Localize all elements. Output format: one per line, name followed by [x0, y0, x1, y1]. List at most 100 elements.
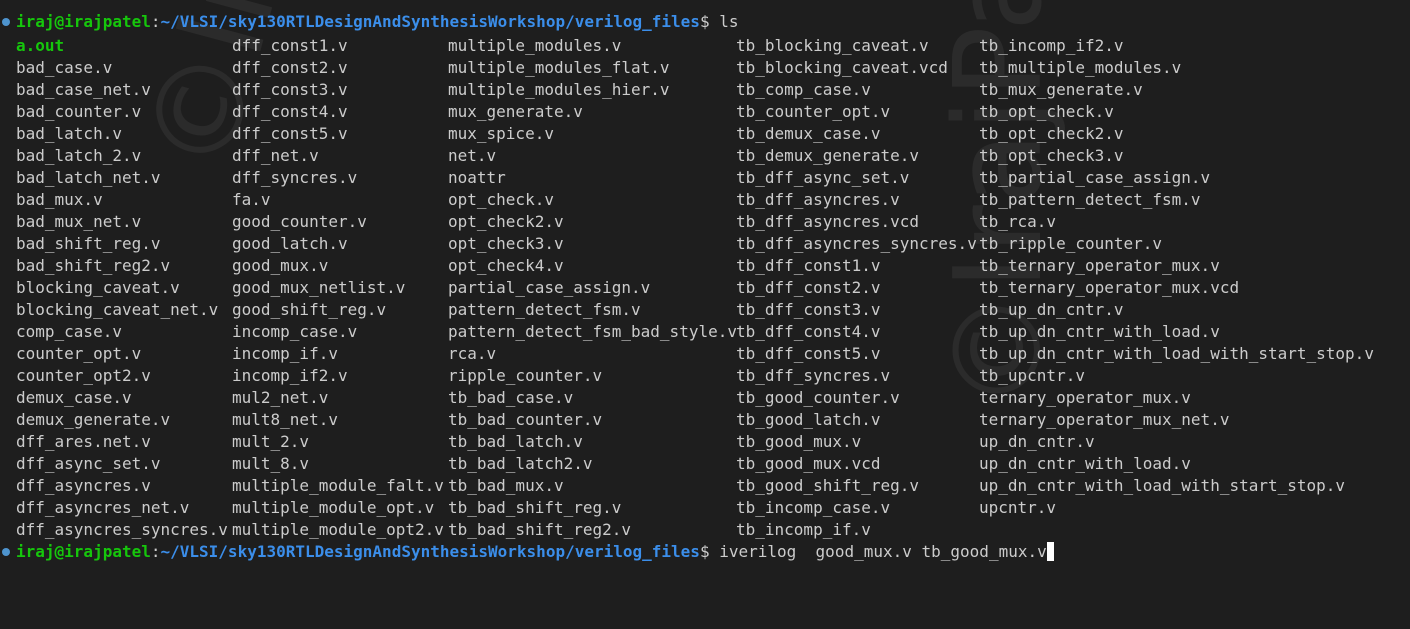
- file-entry: opt_check3.v: [448, 234, 564, 253]
- file-entry: bad_shift_reg2.v: [16, 256, 171, 275]
- file-entry: tb_ripple_counter.v: [979, 234, 1163, 253]
- command-status-dot-icon[interactable]: [2, 18, 10, 26]
- file-entry: partial_case_assign.v: [448, 278, 651, 297]
- file-entry: good_mux.v: [232, 256, 329, 275]
- file-entry: multiple_module_opt.v: [232, 498, 435, 517]
- file-entry: counter_opt.v: [16, 344, 142, 363]
- file-entry: tb_dff_async_set.v: [736, 168, 910, 187]
- file-entry: tb_mux_generate.v: [979, 80, 1143, 99]
- file-entry: bad_case.v: [16, 58, 113, 77]
- file-entry: mult8_net.v: [232, 410, 338, 429]
- file-entry: up_dn_cntr.v: [979, 432, 1095, 451]
- file-entry: pattern_detect_fsm_bad_style.v: [448, 322, 737, 341]
- file-entry: demux_generate.v: [16, 410, 171, 429]
- file-entry: tb_partial_case_assign.v: [979, 168, 1211, 187]
- file-entry: tb_upcntr.v: [979, 366, 1085, 385]
- file-entry: dff_const3.v: [232, 80, 348, 99]
- file-entry: comp_case.v: [16, 322, 122, 341]
- file-entry: multiple_module_opt2.v: [232, 520, 444, 539]
- prompt-symbol: $: [699, 542, 710, 561]
- prompt-path: ~/VLSI/sky130RTLDesignAndSynthesisWorksh…: [160, 542, 700, 561]
- file-entry: opt_check4.v: [448, 256, 564, 275]
- file-entry: pattern_detect_fsm.v: [448, 300, 641, 319]
- file-entry: dff_syncres.v: [232, 168, 358, 187]
- file-entry: tb_incomp_if2.v: [979, 36, 1124, 55]
- file-entry: tb_counter_opt.v: [736, 102, 891, 121]
- file-entry: tb_dff_const1.v: [736, 256, 881, 275]
- file-entry: opt_check2.v: [448, 212, 564, 231]
- file-entry: bad_shift_reg.v: [16, 234, 161, 253]
- prompt-line-iverilog[interactable]: iraj@irajpatel:~/VLSI/sky130RTLDesignAnd…: [0, 541, 1054, 563]
- file-entry: dff_asyncres.v: [16, 476, 151, 495]
- file-entry: bad_mux_net.v: [16, 212, 142, 231]
- file-entry: mult_8.v: [232, 454, 310, 473]
- file-entry: bad_latch_2.v: [16, 146, 142, 165]
- file-entry: tb_comp_case.v: [736, 80, 871, 99]
- file-entry: tb_good_counter.v: [736, 388, 900, 407]
- file-entry: opt_check.v: [448, 190, 554, 209]
- file-entry: tb_dff_const5.v: [736, 344, 881, 363]
- prompt-user-host: iraj@irajpatel: [16, 542, 151, 561]
- file-entry: tb_good_mux.v: [736, 432, 862, 451]
- file-entry: tb_dff_const3.v: [736, 300, 881, 319]
- terminal-panel[interactable]: ©IrajPatel ©IrajPatel iraj@irajpatel:~/V…: [0, 0, 1410, 583]
- file-entry: dff_ares.net.v: [16, 432, 151, 451]
- file-entry: blocking_caveat.v: [16, 278, 180, 297]
- file-entry: dff_net.v: [232, 146, 319, 165]
- file-entry: tb_good_shift_reg.v: [736, 476, 920, 495]
- file-entry: tb_dff_asyncres_syncres.v: [736, 234, 977, 253]
- file-entry: multiple_modules_flat.v: [448, 58, 670, 77]
- file-entry: tb_up_dn_cntr_with_load.v: [979, 322, 1220, 341]
- file-entry: up_dn_cntr_with_load.v: [979, 454, 1191, 473]
- file-entry: tb_bad_shift_reg2.v: [448, 520, 632, 539]
- file-entry: upcntr.v: [979, 498, 1057, 517]
- file-entry: good_mux_netlist.v: [232, 278, 406, 297]
- file-entry: dff_const1.v: [232, 36, 348, 55]
- file-entry: tb_good_latch.v: [736, 410, 881, 429]
- prompt-symbol: $: [699, 12, 710, 31]
- file-entry: tb_incomp_case.v: [736, 498, 891, 517]
- file-entry: tb_up_dn_cntr.v: [979, 300, 1124, 319]
- file-entry: blocking_caveat_net.v: [16, 300, 219, 319]
- file-entry: counter_opt2.v: [16, 366, 151, 385]
- file-entry: dff_async_set.v: [16, 454, 161, 473]
- file-entry: ripple_counter.v: [448, 366, 603, 385]
- file-entry: ternary_operator_mux.v: [979, 388, 1191, 407]
- text-cursor: [1046, 542, 1054, 561]
- file-entry: noattr: [448, 168, 506, 187]
- file-entry: bad_latch.v: [16, 124, 122, 143]
- file-entry: tb_dff_syncres.v: [736, 366, 891, 385]
- file-entry: tb_opt_check3.v: [979, 146, 1124, 165]
- file-entry: bad_mux.v: [16, 190, 103, 209]
- file-entry: tb_dff_const2.v: [736, 278, 881, 297]
- command-input[interactable]: iverilog good_mux.v tb_good_mux.v: [719, 542, 1047, 561]
- file-entry: tb_bad_mux.v: [448, 476, 564, 495]
- file-entry: bad_case_net.v: [16, 80, 151, 99]
- prompt-line-ls: iraj@irajpatel:~/VLSI/sky130RTLDesignAnd…: [0, 11, 738, 33]
- file-entry: tb_ternary_operator_mux.vcd: [979, 278, 1240, 297]
- file-entry: bad_counter.v: [16, 102, 142, 121]
- command-text: ls: [719, 12, 739, 31]
- file-entry: tb_blocking_caveat.v: [736, 36, 929, 55]
- prompt-user-host: iraj@irajpatel: [16, 12, 151, 31]
- file-entry: tb_dff_asyncres.vcd: [736, 212, 920, 231]
- file-entry: mul2_net.v: [232, 388, 329, 407]
- file-entry: tb_ternary_operator_mux.v: [979, 256, 1220, 275]
- file-entry: tb_blocking_caveat.vcd: [736, 58, 948, 77]
- file-entry: dff_const4.v: [232, 102, 348, 121]
- file-entry: incomp_case.v: [232, 322, 358, 341]
- file-entry: tb_rca.v: [979, 212, 1057, 231]
- file-entry: good_latch.v: [232, 234, 348, 253]
- file-entry: good_shift_reg.v: [232, 300, 387, 319]
- file-entry: ternary_operator_mux_net.v: [979, 410, 1230, 429]
- file-entry: multiple_modules.v: [448, 36, 622, 55]
- file-entry: tb_good_mux.vcd: [736, 454, 881, 473]
- command-status-dot-icon[interactable]: [2, 548, 10, 556]
- file-entry: incomp_if.v: [232, 344, 338, 363]
- file-entry: tb_opt_check.v: [979, 102, 1114, 121]
- file-entry: mux_spice.v: [448, 124, 554, 143]
- file-entry: tb_bad_shift_reg.v: [448, 498, 622, 517]
- file-entry: tb_demux_generate.v: [736, 146, 920, 165]
- file-entry: rca.v: [448, 344, 497, 363]
- file-entry: mux_generate.v: [448, 102, 583, 121]
